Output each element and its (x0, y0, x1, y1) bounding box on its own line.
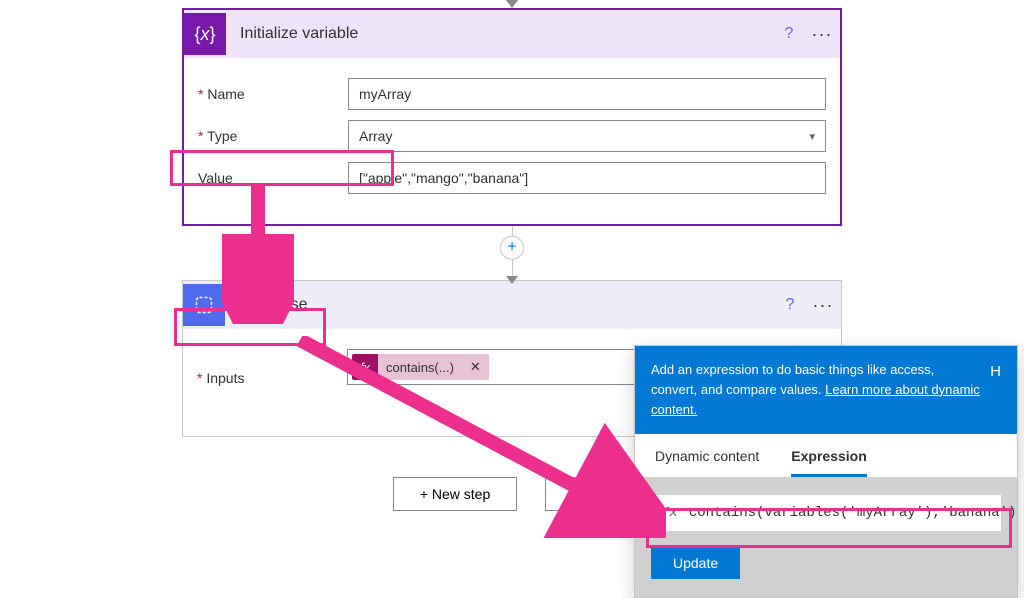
card-menu-button[interactable]: ··· (805, 295, 841, 316)
name-input[interactable]: myArray (348, 78, 826, 110)
connector: + (182, 226, 842, 280)
new-step-button[interactable]: + New step (393, 477, 517, 511)
chevron-down-icon: ▾ (809, 130, 815, 143)
card-header-initvar[interactable]: {x} Initialize variable ? ··· (184, 10, 840, 58)
card-header-compose[interactable]: Compose ? ··· (183, 281, 841, 329)
value-label: Value (198, 170, 348, 186)
add-step-between-button[interactable]: + (500, 236, 524, 260)
save-button[interactable]: Save (545, 477, 631, 511)
tab-expression[interactable]: Expression (791, 448, 866, 477)
fx-icon: ƒx (661, 505, 678, 521)
card-title: Initialize variable (226, 25, 774, 43)
card-menu-button[interactable]: ··· (804, 24, 840, 45)
type-label: Type (198, 128, 348, 144)
initialize-variable-card: {x} Initialize variable ? ··· Name myArr… (182, 8, 842, 226)
remove-token-button[interactable]: ✕ (462, 359, 489, 375)
name-label: Name (198, 86, 348, 102)
update-button[interactable]: Update (651, 547, 740, 579)
value-input[interactable]: ["apple","mango","banana"] (348, 162, 826, 194)
card-title: Compose (225, 296, 775, 314)
expression-input[interactable]: ƒx contains(variables('myArray'),'banana… (651, 495, 1001, 531)
type-select[interactable]: Array ▾ (348, 120, 826, 152)
expression-token[interactable]: fx contains(...) ✕ (352, 354, 489, 380)
help-icon[interactable]: ? (774, 25, 804, 43)
dynamic-content-panel: Add an expression to do basic things lik… (634, 345, 1018, 598)
tab-dynamic-content[interactable]: Dynamic content (655, 448, 759, 477)
fx-icon: fx (352, 354, 378, 380)
variable-icon: {x} (184, 13, 226, 55)
hide-panel-button[interactable]: H (990, 360, 1001, 420)
compose-icon (183, 284, 225, 326)
inputs-label: Inputs (197, 370, 347, 386)
panel-info-banner: Add an expression to do basic things lik… (635, 346, 1017, 434)
help-icon[interactable]: ? (775, 296, 805, 314)
